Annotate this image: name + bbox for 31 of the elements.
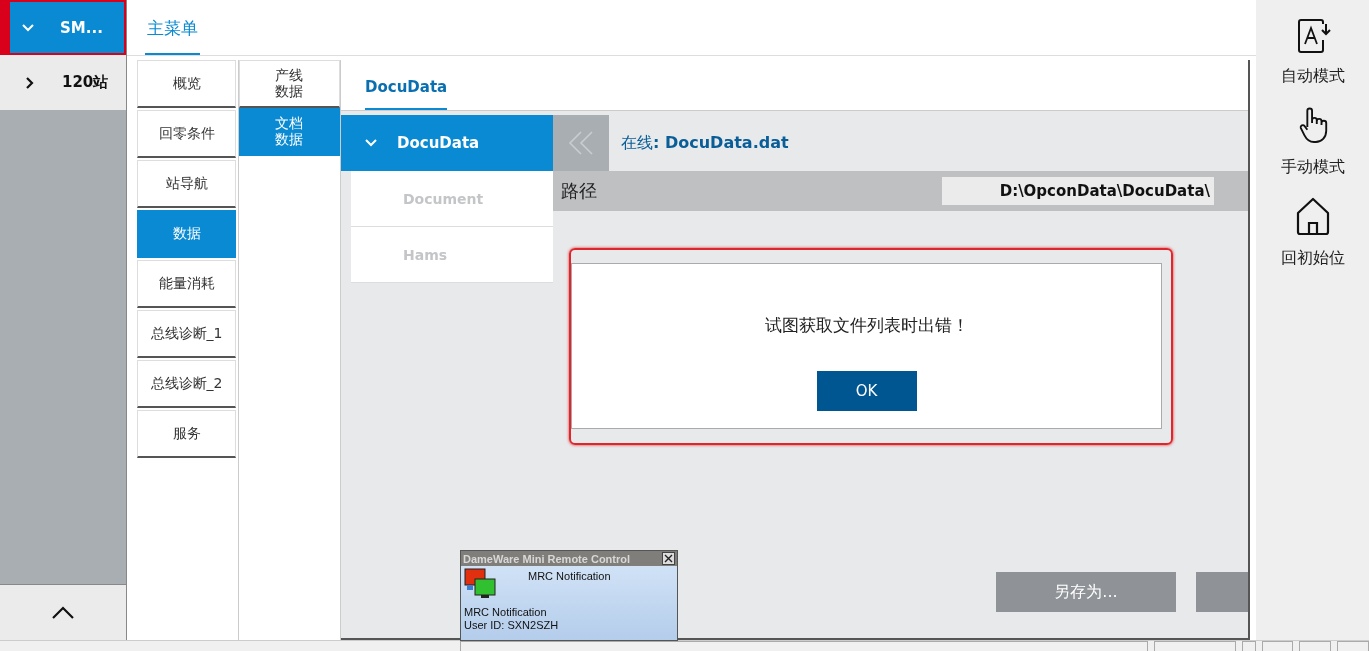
- notification-text: User ID: SXN2SZH: [463, 619, 560, 632]
- notification-text: MRC Notification: [463, 606, 548, 619]
- menu-item[interactable]: 服务: [137, 410, 236, 458]
- close-icon: [664, 554, 673, 563]
- notification-heading: MRC Notification: [528, 570, 611, 584]
- menu-item[interactable]: 数据: [137, 210, 236, 258]
- submenu-item[interactable]: 文档数据: [239, 108, 340, 156]
- dialog-message: 试图获取文件列表时出错！: [764, 314, 969, 337]
- path-field: D:\OpconData\DocuData\: [942, 177, 1214, 205]
- menu-item[interactable]: 站导航: [137, 160, 236, 208]
- chevron-up-icon: [51, 605, 75, 620]
- notification-title: DameWare Mini Remote Control: [463, 552, 631, 565]
- main-menu-tab[interactable]: 主菜单: [145, 17, 200, 55]
- file-label: 在线: DocuData.dat: [621, 132, 789, 154]
- home-icon: [1294, 196, 1331, 236]
- close-button[interactable]: [662, 552, 675, 565]
- mode-button[interactable]: 手动模式: [1280, 105, 1345, 178]
- mode-button[interactable]: 自动模式: [1280, 18, 1345, 87]
- nav-item[interactable]: 120站: [0, 55, 126, 110]
- nav-item[interactable]: SM...: [0, 0, 126, 55]
- menu-item[interactable]: 总线诊断_2: [137, 360, 236, 408]
- menu-item[interactable]: 能量消耗: [137, 260, 236, 308]
- path-label: 路径: [561, 179, 597, 203]
- double-chevron-left-icon: [568, 130, 594, 156]
- mode-button[interactable]: 回初始位: [1280, 196, 1345, 269]
- scroll-up-button[interactable]: [0, 584, 126, 640]
- tree-header[interactable]: DocuData: [341, 115, 553, 171]
- menu-item[interactable]: 总线诊断_1: [137, 310, 236, 358]
- ok-button[interactable]: OK: [816, 371, 917, 411]
- menu-item[interactable]: 概览: [137, 60, 236, 108]
- menu-item[interactable]: 回零条件: [137, 110, 236, 158]
